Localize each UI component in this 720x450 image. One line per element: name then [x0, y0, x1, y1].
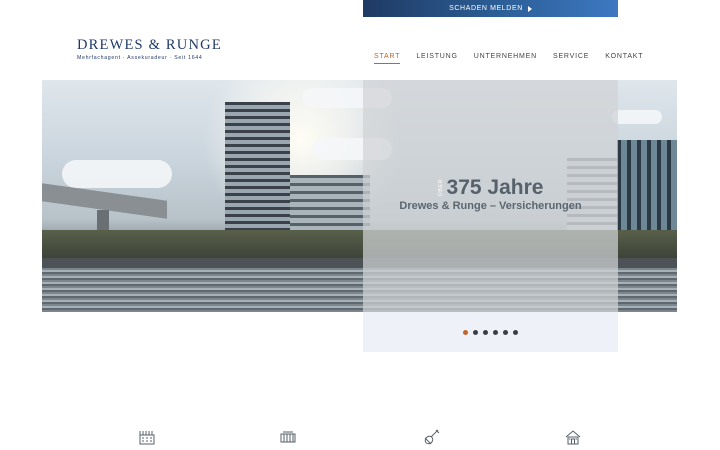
violin-icon[interactable]	[423, 428, 441, 446]
slider-dot[interactable]	[463, 329, 468, 335]
hero-years: 375 Jahre	[446, 176, 544, 199]
slider-dot[interactable]	[483, 329, 488, 335]
nav-item-kontakt[interactable]: KONTAKT	[605, 53, 643, 64]
logo-title: DREWES & RUNGE	[77, 37, 222, 53]
report-claim-label: SCHADEN MELDEN	[449, 5, 523, 12]
slider-pagination	[363, 312, 618, 352]
slider-dot[interactable]	[473, 329, 478, 335]
logo[interactable]: DREWES & RUNGE Mehrfachagent · Assekurad…	[77, 37, 222, 62]
logo-subtitle: Mehrfachagent · Assekuradeur · Seit 1644	[77, 55, 203, 61]
cloud	[62, 160, 172, 188]
slider-dot[interactable]	[503, 329, 508, 335]
main-navigation: START LEISTUNG UNTERNEHMEN SERVICE KONTA…	[374, 53, 643, 64]
slider-dot[interactable]	[493, 329, 498, 335]
play-arrow-icon	[527, 5, 532, 12]
nav-item-start[interactable]: START	[374, 53, 401, 64]
cloud	[612, 110, 662, 124]
hero-prefix: ÜBER	[437, 179, 444, 197]
hero-subtitle: Drewes & Runge – Versicherungen	[399, 200, 582, 212]
nav-item-unternehmen[interactable]: UNTERNEHMEN	[474, 53, 537, 64]
house-icon[interactable]	[564, 428, 582, 446]
nav-item-leistung[interactable]: LEISTUNG	[416, 53, 457, 64]
factory-icon[interactable]	[138, 428, 156, 446]
hero-headline: ÜBER 375 Jahre Drewes & Runge – Versiche…	[363, 176, 618, 212]
nav-item-service[interactable]: SERVICE	[553, 53, 589, 64]
slider-dot[interactable]	[513, 329, 518, 335]
report-claim-button[interactable]: SCHADEN MELDEN	[363, 0, 618, 17]
cargo-container-icon[interactable]	[279, 428, 297, 446]
